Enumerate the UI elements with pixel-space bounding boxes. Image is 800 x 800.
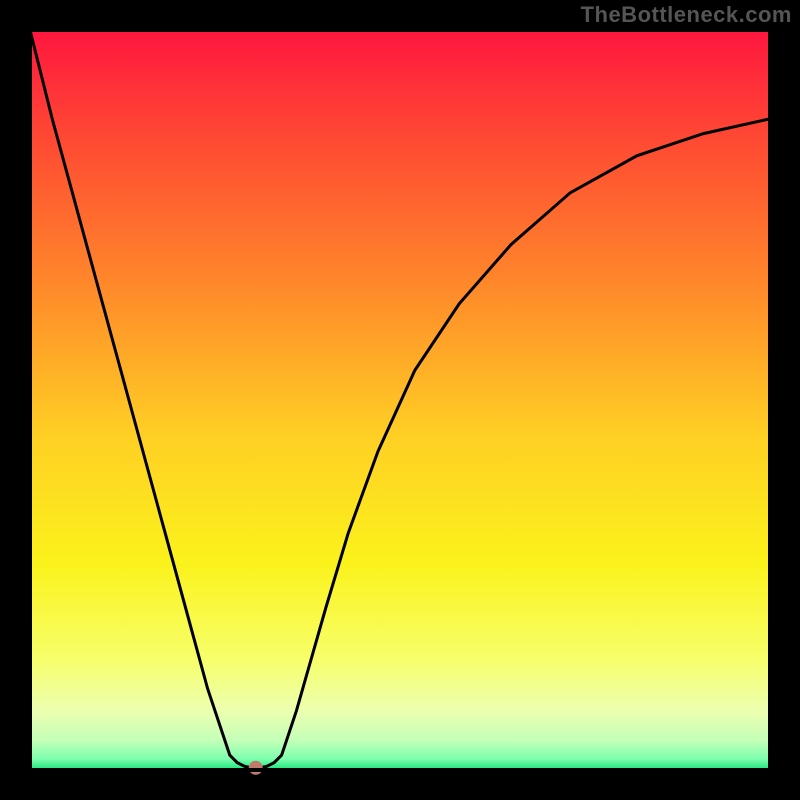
marker-dot: [249, 761, 263, 775]
watermark-text: TheBottleneck.com: [581, 2, 792, 28]
chart-container: TheBottleneck.com: [0, 0, 800, 800]
bottleneck-chart: [0, 0, 800, 800]
